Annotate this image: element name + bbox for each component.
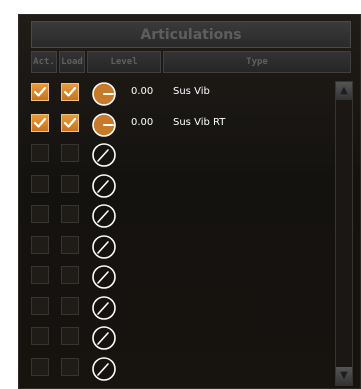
load-checkbox[interactable] [61,235,79,254]
act-checkbox[interactable] [31,327,49,345]
articulation-row [31,295,331,321]
act-checkbox[interactable] [31,113,49,132]
load-checkbox[interactable] [61,174,79,193]
column-header-load: Load [59,51,85,73]
scrollbar[interactable]: ▲ ▼ [335,81,353,386]
column-header-type: Type [163,51,351,73]
level-value: 0.00 [131,86,154,97]
load-checkbox[interactable] [61,357,79,376]
articulation-row [31,356,331,382]
articulation-row: 0.00 Sus Vib [31,81,331,107]
articulation-row [31,264,331,290]
panel-title: Articulations [140,26,242,43]
level-knob-icon[interactable] [91,264,117,290]
act-checkbox[interactable] [31,296,49,315]
act-checkbox[interactable] [31,205,49,223]
load-checkbox[interactable] [61,205,79,223]
level-knob-icon[interactable] [91,142,117,168]
articulation-type[interactable]: Sus Vib RT [173,117,225,128]
articulation-row [31,234,331,260]
triangle-down-icon[interactable]: ▼ [336,367,352,385]
level-knob-icon[interactable] [91,356,117,382]
level-knob-icon[interactable] [91,295,117,321]
load-checkbox[interactable] [61,266,79,284]
act-checkbox[interactable] [31,235,49,254]
act-checkbox[interactable] [31,266,49,284]
column-header-row: Act. Load Level Type [31,51,351,73]
column-header-level: Level [87,51,161,73]
level-value: 0.00 [131,116,154,128]
articulation-row [31,203,331,229]
act-checkbox[interactable] [31,83,49,101]
articulation-row [31,173,331,199]
articulation-row [31,325,331,351]
triangle-up-icon[interactable]: ▲ [336,82,352,100]
act-checkbox[interactable] [31,357,49,376]
load-checkbox[interactable] [61,113,79,132]
articulation-row: 0.00 Sus Vib RT [31,112,331,138]
articulation-row [31,142,331,168]
load-checkbox[interactable] [61,83,79,101]
level-knob-icon[interactable] [91,173,117,199]
panel-title-bar: Articulations [31,21,351,48]
level-knob-icon[interactable] [91,234,117,260]
load-checkbox[interactable] [61,296,79,315]
articulations-panel: Articulations Act. Load Level Type 0.00 S… [18,14,361,389]
act-checkbox[interactable] [31,144,49,162]
level-knob-icon[interactable] [91,325,117,351]
level-knob-icon[interactable] [91,112,117,138]
level-knob-icon[interactable] [91,81,117,107]
load-checkbox[interactable] [61,144,79,162]
level-knob-icon[interactable] [91,203,117,229]
articulation-type[interactable]: Sus Vib [173,86,210,97]
load-checkbox[interactable] [61,327,79,345]
act-checkbox[interactable] [31,174,49,193]
column-header-act: Act. [31,51,57,73]
